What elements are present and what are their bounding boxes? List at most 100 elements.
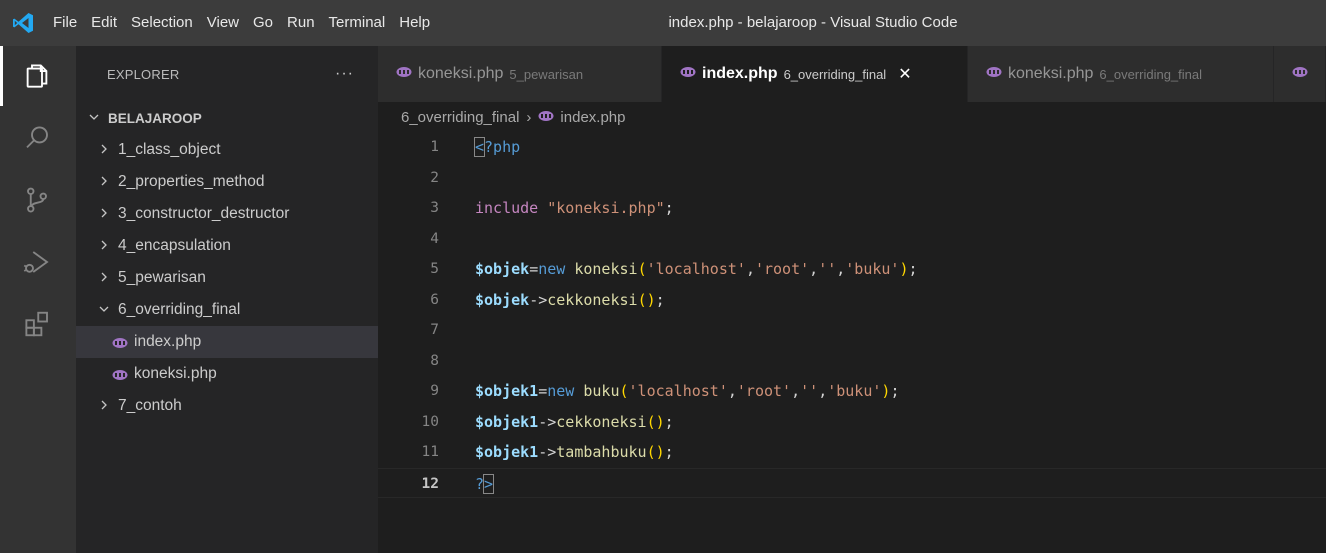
tree-folder-label: 1_class_object	[118, 141, 221, 158]
code-line[interactable]: 9 $objek1=new buku('localhost','root','',…	[378, 376, 1326, 407]
tree-folder-expanded[interactable]: 6_overriding_final	[76, 294, 378, 326]
line-number: 9	[430, 383, 439, 399]
line-number: 10	[421, 413, 439, 430]
menu-view[interactable]: View	[200, 0, 246, 46]
php-file-icon	[396, 65, 412, 83]
tab-koneksi-pewarisan[interactable]: koneksi.php 5_pewarisan	[378, 46, 662, 102]
line-number: 4	[430, 230, 439, 247]
php-file-icon	[538, 109, 554, 126]
code-text: $objek1->tambahbuku();	[475, 443, 674, 461]
tab-description: 6_overriding_final	[1099, 66, 1203, 82]
breadcrumb: 6_overriding_final › index.php	[378, 102, 1326, 132]
code-line[interactable]: 1 <?php	[378, 132, 1326, 163]
sidebar-header: EXPLORER ···	[76, 46, 378, 102]
breadcrumb-folder[interactable]: 6_overriding_final	[401, 109, 519, 126]
explorer-sidebar: EXPLORER ··· BELAJAROOP 1_class_object 2…	[76, 46, 378, 553]
extensions-icon[interactable]	[0, 294, 76, 354]
line-number: 8	[430, 352, 439, 369]
more-actions-icon[interactable]: ···	[335, 65, 354, 83]
tree-folder-label: 6_overriding_final	[118, 301, 241, 318]
tab-description: 6_overriding_final	[783, 66, 887, 82]
menu-run[interactable]: Run	[280, 0, 322, 46]
tree-folder-label: 7_contoh	[118, 397, 182, 414]
code-editor[interactable]: 1 <?php 2 3 include "koneksi.php"; 4 5 $objek=n…	[378, 132, 1326, 498]
tree-folder-label: 5_pewarisan	[118, 269, 206, 286]
menu-help[interactable]: Help	[392, 0, 437, 46]
run-debug-icon[interactable]	[0, 232, 76, 292]
breadcrumb-file[interactable]: index.php	[560, 109, 625, 126]
menu-edit[interactable]: Edit	[84, 0, 124, 46]
php-file-icon	[680, 65, 696, 83]
code-line[interactable]: 6 $objek->cekkoneksi();	[378, 285, 1326, 316]
chevron-right-icon	[96, 142, 112, 158]
php-file-icon	[1292, 65, 1308, 83]
code-text: $objek->cekkoneksi();	[475, 290, 665, 309]
code-text: $objek1->cekkoneksi();	[475, 412, 674, 431]
tree-folder-label: 4_encapsulation	[118, 237, 231, 254]
menu-go[interactable]: Go	[246, 0, 280, 46]
source-control-icon[interactable]	[0, 170, 76, 230]
tab-name: koneksi.php	[418, 65, 504, 82]
php-file-icon	[112, 368, 128, 380]
tree-folder[interactable]: 3_constructor_destructor	[76, 198, 378, 230]
tab-description: 5_pewarisan	[509, 66, 584, 82]
vscode-logo-icon	[0, 0, 46, 46]
code-text: include "koneksi.php";	[475, 199, 674, 217]
tree-folder[interactable]: 5_pewarisan	[76, 262, 378, 294]
editor-area: koneksi.php 5_pewarisan index.php 6_over…	[378, 46, 1326, 553]
code-text: ?>	[475, 473, 495, 494]
tab-name: koneksi.php	[1008, 65, 1094, 82]
tab-name: index.php	[702, 65, 778, 82]
menu-selection[interactable]: Selection	[124, 0, 200, 46]
chevron-down-icon	[96, 302, 112, 318]
line-number: 12	[421, 475, 439, 492]
php-file-icon	[112, 336, 128, 348]
code-line[interactable]: 11 $objek1->tambahbuku();	[378, 437, 1326, 468]
code-line[interactable]: 4	[378, 224, 1326, 255]
chevron-right-icon	[96, 270, 112, 286]
editor-tabs: koneksi.php 5_pewarisan index.php 6_over…	[378, 46, 1326, 102]
tree-folder[interactable]: 2_properties_method	[76, 166, 378, 198]
code-line[interactable]: 8	[378, 346, 1326, 377]
tab-koneksi-overriding[interactable]: koneksi.php 6_overriding_final	[968, 46, 1274, 102]
code-line[interactable]: 10 $objek1->cekkoneksi();	[378, 407, 1326, 438]
chevron-right-icon	[96, 398, 112, 414]
chevron-down-icon	[86, 110, 102, 126]
line-number: 7	[430, 322, 439, 338]
tree-file-selected[interactable]: index.php	[76, 326, 378, 358]
title-bar: File Edit Selection View Go Run Terminal…	[0, 0, 1326, 46]
tab-index-overriding[interactable]: index.php 6_overriding_final ✕	[662, 46, 968, 102]
search-icon[interactable]	[0, 108, 76, 168]
workspace-root[interactable]: BELAJAROOP	[76, 102, 378, 134]
breadcrumb-separator: ›	[526, 108, 532, 126]
tab-overflow[interactable]	[1274, 46, 1326, 102]
tree-folder[interactable]: 1_class_object	[76, 134, 378, 166]
menu-terminal[interactable]: Terminal	[322, 0, 393, 46]
file-tree: BELAJAROOP 1_class_object 2_properties_m…	[76, 102, 378, 422]
code-line[interactable]: 3 include "koneksi.php";	[378, 193, 1326, 224]
menu-file[interactable]: File	[46, 0, 84, 46]
tree-file-label: koneksi.php	[134, 365, 217, 382]
workspace-root-label: BELAJAROOP	[108, 110, 202, 126]
code-text: <?php	[473, 137, 521, 157]
tree-folder[interactable]: 7_contoh	[76, 390, 378, 422]
code-line[interactable]: 12 ?>	[378, 467, 1326, 498]
menu-bar: File Edit Selection View Go Run Terminal…	[46, 0, 437, 46]
tree-folder[interactable]: 4_encapsulation	[76, 230, 378, 262]
line-number: 5	[430, 261, 439, 277]
line-number: 3	[430, 200, 439, 216]
explorer-icon[interactable]	[0, 46, 76, 106]
close-icon[interactable]: ✕	[898, 64, 911, 84]
code-line[interactable]: 5 $objek=new koneksi('localhost','root','…	[378, 254, 1326, 285]
code-text: $objek=new koneksi('localhost','root',''…	[475, 260, 918, 278]
chevron-right-icon	[96, 206, 112, 222]
sidebar-title: EXPLORER	[107, 66, 180, 82]
code-line[interactable]: 2	[378, 163, 1326, 194]
tree-file[interactable]: koneksi.php	[76, 358, 378, 390]
tree-folder-label: 2_properties_method	[118, 173, 265, 190]
code-text: $objek1=new buku('localhost','root','','…	[475, 382, 900, 400]
chevron-right-icon	[96, 238, 112, 254]
php-file-icon	[986, 65, 1002, 83]
code-line[interactable]: 7	[378, 315, 1326, 346]
line-number: 11	[421, 444, 439, 460]
